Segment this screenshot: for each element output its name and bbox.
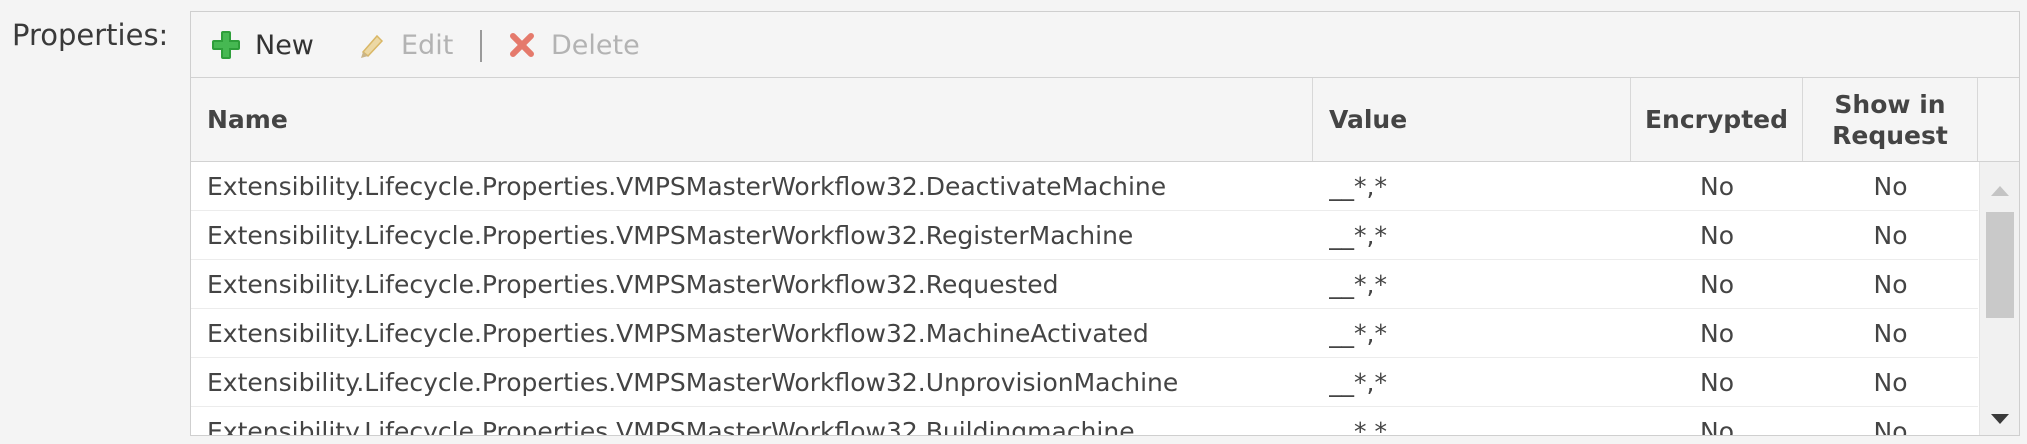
cell-value: __*,* [1329, 416, 1387, 436]
cell-show-in-request: No [1873, 171, 1908, 201]
cell-encrypted: No [1700, 269, 1734, 299]
cell-value: __*,* [1329, 318, 1387, 348]
table-row[interactable]: Extensibility.Lifecycle.Properties.VMPSM… [191, 358, 1978, 407]
column-header-show-line1: Show in [1834, 89, 1946, 119]
cell-encrypted: No [1700, 171, 1734, 201]
cell-show-in-request: No [1873, 220, 1908, 250]
cell-name: Extensibility.Lifecycle.Properties.VMPSM… [207, 171, 1167, 201]
table-scrollbar[interactable] [1979, 162, 2019, 435]
table-row[interactable]: Extensibility.Lifecycle.Properties.VMPSM… [191, 211, 1978, 260]
new-button-label: New [255, 29, 314, 61]
cell-name: Extensibility.Lifecycle.Properties.VMPSM… [207, 367, 1179, 397]
cell-name: Extensibility.Lifecycle.Properties.VMPSM… [207, 220, 1134, 250]
cell-name: Extensibility.Lifecycle.Properties.VMPSM… [207, 269, 1059, 299]
cell-show-in-request: No [1873, 269, 1908, 299]
cell-name: Extensibility.Lifecycle.Properties.VMPSM… [207, 416, 1135, 436]
cell-show-in-request: No [1873, 416, 1908, 436]
scrollbar-thumb[interactable] [1986, 212, 2014, 318]
cell-value: __*,* [1329, 269, 1387, 299]
table-row[interactable]: Extensibility.Lifecycle.Properties.VMPSM… [191, 162, 1978, 211]
properties-toolbar: New Edit Delete [191, 12, 2019, 78]
cell-name: Extensibility.Lifecycle.Properties.VMPSM… [207, 318, 1149, 348]
cell-encrypted: No [1700, 367, 1734, 397]
cell-show-in-request: No [1873, 367, 1908, 397]
cell-encrypted: No [1700, 220, 1734, 250]
table-body: Extensibility.Lifecycle.Properties.VMPSM… [191, 162, 1978, 436]
table-row[interactable]: Extensibility.Lifecycle.Properties.VMPSM… [191, 407, 1978, 436]
table-row[interactable]: Extensibility.Lifecycle.Properties.VMPSM… [191, 260, 1978, 309]
column-header-name[interactable]: Name [191, 78, 1313, 161]
column-header-show-line2: Request [1832, 120, 1948, 150]
edit-button-label: Edit [401, 29, 454, 61]
plus-icon [209, 28, 243, 62]
properties-label: Properties: [12, 18, 169, 52]
cell-value: __*,* [1329, 171, 1387, 201]
column-header-value[interactable]: Value [1313, 78, 1631, 161]
properties-panel: New Edit Delete Name Value Encrypted Sho… [190, 11, 2020, 436]
triangle-down-icon [1990, 410, 2010, 429]
toolbar-separator [480, 30, 482, 62]
delete-button-label: Delete [551, 29, 640, 61]
x-icon [505, 28, 539, 62]
edit-button[interactable]: Edit [355, 12, 453, 78]
pencil-icon [355, 28, 389, 62]
column-header-show-in-request[interactable]: Show in Request [1803, 78, 1978, 161]
scroll-up-button[interactable] [1980, 174, 2019, 208]
table-header: Name Value Encrypted Show in Request [191, 78, 2019, 162]
new-button[interactable]: New [209, 12, 314, 78]
cell-encrypted: No [1700, 416, 1734, 436]
column-header-encrypted[interactable]: Encrypted [1631, 78, 1803, 161]
scroll-down-button[interactable] [1980, 402, 2019, 435]
table-row[interactable]: Extensibility.Lifecycle.Properties.VMPSM… [191, 309, 1978, 358]
cell-value: __*,* [1329, 220, 1387, 250]
delete-button[interactable]: Delete [505, 12, 640, 78]
cell-value: __*,* [1329, 367, 1387, 397]
triangle-up-icon [1990, 182, 2010, 201]
cell-encrypted: No [1700, 318, 1734, 348]
cell-show-in-request: No [1873, 318, 1908, 348]
